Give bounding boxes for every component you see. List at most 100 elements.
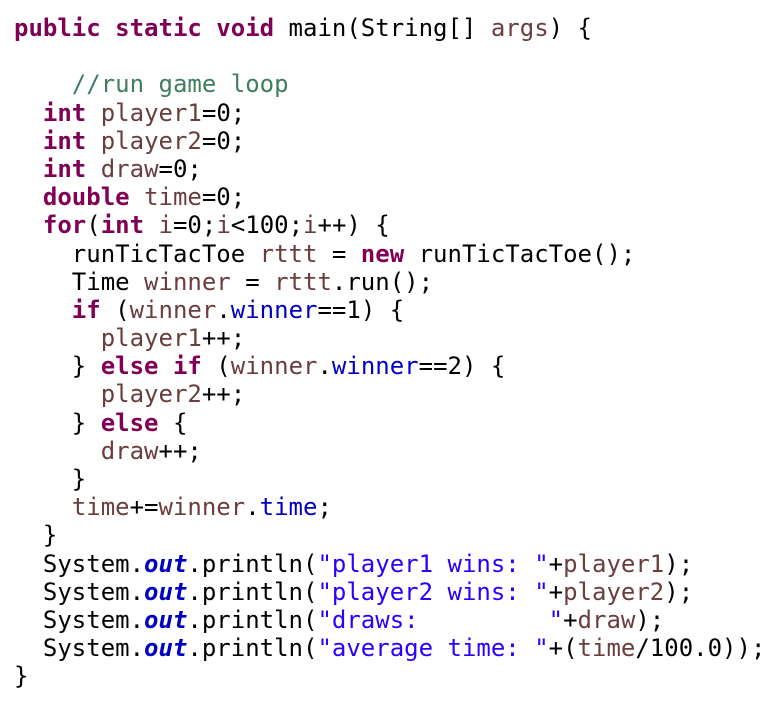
code-line: System.out.println("average time: "+(tim… [14,634,766,663]
variable-token: time [71,493,130,522]
variable-token: player2 [563,577,665,606]
code-token: .run(); [331,267,434,296]
code-line: } else { [14,409,765,437]
code-token: ); [664,577,694,606]
code-token: =0; [172,211,217,240]
code-token: ) { [548,14,592,42]
code-token: + [563,605,578,634]
code-token: = [230,267,275,296]
keyword-token: int [100,211,145,240]
code-block[interactable]: public static void main(String[] args) {… [14,14,765,691]
keyword-token: double [42,183,130,212]
variable-token: time [144,183,202,212]
code-line: for(int i=0;i<100;i++) { [14,211,765,239]
code-token: .println( [187,634,318,663]
code-token: } [14,662,29,691]
keyword-token: else [100,352,159,381]
variable-token: args [490,14,549,42]
code-token: =0; [201,98,246,127]
code-token: . [216,295,231,324]
variable-token: winner [158,493,246,522]
code-token: ++; [201,380,246,409]
code-token: <100; [230,211,304,240]
code-line: if (winner.winner==1) { [14,296,765,324]
variable-token: i [303,211,318,240]
string-literal-token: "draws: " [317,605,564,634]
variable-token: draw [100,154,159,183]
code-line: System.out.println("player1 wins: "+play… [14,550,765,578]
code-token: runTicTacToe(); [404,239,636,268]
keyword-token: else [100,408,159,437]
code-line: player2++; [14,380,765,408]
variable-token: time [577,634,636,663]
code-token: ++) { [317,211,390,240]
keyword-token: int [42,126,87,155]
code-token: main(String[] [274,14,491,42]
string-literal-token: "player1 wins: " [317,549,549,578]
variable-token: rttt [259,239,318,268]
static-field-token: out [144,605,188,634]
variable-token: player1 [563,549,665,578]
static-field-token: out [144,549,188,578]
code-token: } [14,465,87,493]
static-field-token: out [144,577,188,606]
code-token: ==1) { [317,295,405,324]
code-token: + [548,577,564,606]
keyword-token: int [42,98,87,127]
code-token: .println( [187,577,318,606]
keyword-token: if [71,295,101,324]
comment-token: //run game loop [71,70,289,99]
code-line: public static void main(String[] args) { [14,14,765,42]
code-token: Time [14,267,145,296]
code-token: +( [548,634,578,663]
code-line: time+=winner.time; [14,493,765,521]
code-line: } else if (winner.winner==2) { [14,352,765,380]
variable-token: player2 [100,380,202,409]
code-line: } [14,521,765,549]
code-token: ++; [201,324,246,353]
variable-token: i [216,211,231,240]
code-token: } [14,352,101,381]
code-token: System. [14,605,145,634]
code-token: ( [201,352,231,381]
variable-token: winner [144,267,231,296]
code-token: . [317,352,332,381]
code-line: System.out.println("player2 wins: "+play… [14,578,765,606]
code-token: ( [86,211,101,240]
keyword-token: public static void [14,14,275,42]
code-line: } [14,662,765,690]
code-token: .println( [187,605,318,634]
code-line: int player1=0; [14,99,765,127]
code-token: . [245,493,260,522]
code-token: System. [14,634,145,663]
code-token: ); [664,549,694,578]
code-editor[interactable]: public static void main(String[] args) {… [0,0,779,702]
code-token: ; [317,493,332,522]
variable-token: draw [577,605,636,634]
code-token: =0; [201,126,246,155]
variable-token: player1 [100,98,202,127]
variable-token: rttt [274,267,332,296]
code-token: /100.0)); [635,634,766,663]
code-line: int draw=0; [14,155,765,183]
static-field-token: out [144,634,188,663]
code-token: =0; [201,183,246,212]
code-token: runTicTacToe [14,239,260,268]
field-token: time [259,493,318,522]
variable-token: winner [129,295,217,324]
variable-token: player2 [100,126,202,155]
string-literal-token: "player2 wins: " [317,577,549,606]
code-line: player1++; [14,324,765,352]
code-token: ); [635,605,665,634]
code-token: } [14,408,101,437]
